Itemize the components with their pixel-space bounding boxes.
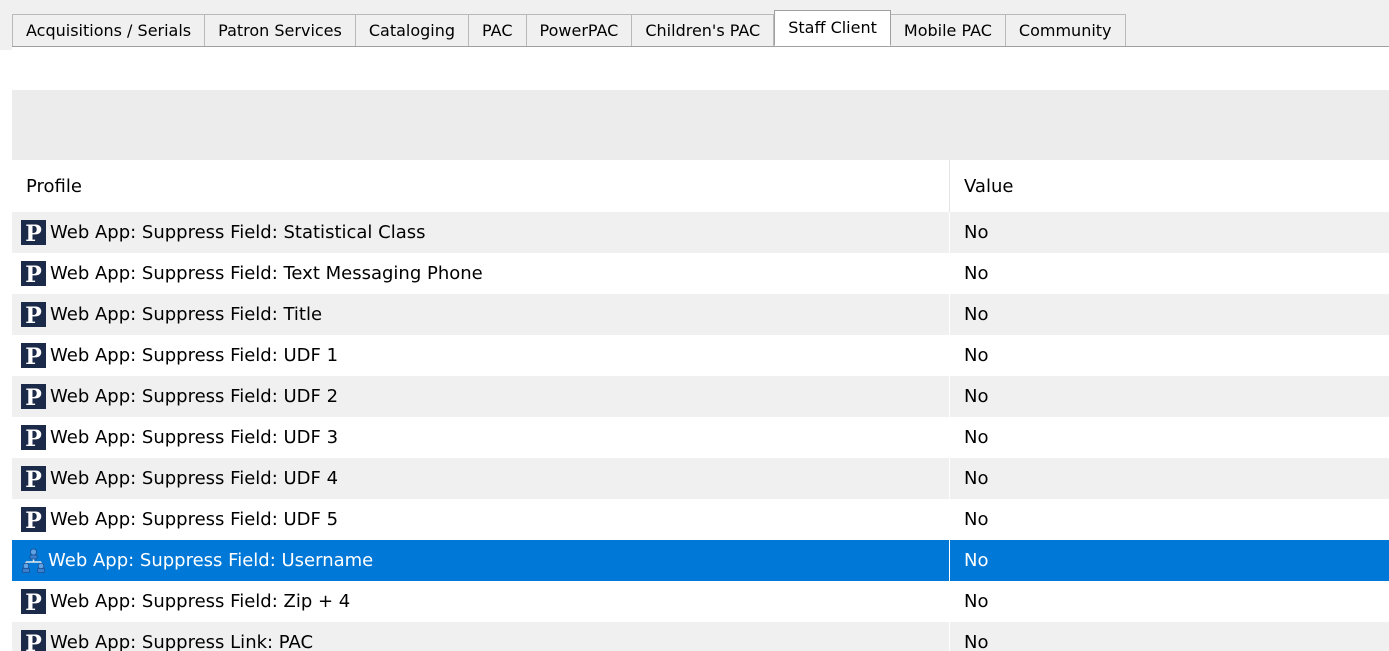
profile-name: Web App: Suppress Field: UDF 5 xyxy=(50,509,339,530)
tab-children-s-pac[interactable]: Children's PAC xyxy=(632,14,775,47)
value-cell[interactable]: No xyxy=(950,622,1389,651)
tab-content-area xyxy=(12,47,1389,90)
svg-text:P: P xyxy=(25,344,42,368)
polaris-p-icon: P xyxy=(21,343,46,368)
svg-text:P: P xyxy=(25,467,42,491)
profile-name: Web App: Suppress Field: Title xyxy=(50,304,323,325)
value-cell[interactable]: No xyxy=(950,376,1389,417)
svg-text:P: P xyxy=(25,590,42,614)
tab-pac[interactable]: PAC xyxy=(469,14,527,47)
profile-cell[interactable]: P Web App: Suppress Field: UDF 2 xyxy=(12,376,950,417)
profile-cell[interactable]: P Web App: Suppress Field: UDF 4 xyxy=(12,458,950,499)
profile-name: Web App: Suppress Field: Username xyxy=(48,550,374,571)
tab-staff-client[interactable]: Staff Client xyxy=(774,10,891,46)
tab-list: Acquisitions / Serials Patron Services Cat… xyxy=(12,10,1126,47)
tab-divider xyxy=(12,46,1389,47)
polaris-p-icon: P xyxy=(21,589,46,614)
table-row[interactable]: P Web App: Suppress Field: UDF 2 No xyxy=(12,376,1389,417)
profile-cell[interactable]: P Web App: Suppress Field: Zip + 4 xyxy=(12,581,950,622)
table-row[interactable]: P Web App: Suppress Field: UDF 5 No xyxy=(12,499,1389,540)
polaris-p-icon: P xyxy=(21,425,46,450)
table-row[interactable]: P Web App: Suppress Field: UDF 3 No xyxy=(12,417,1389,458)
profile-name: Web App: Suppress Field: Text Messaging … xyxy=(50,263,483,284)
table-row[interactable]: Web App: Suppress Field: Username No xyxy=(12,540,1389,581)
polaris-p-icon: P xyxy=(21,507,46,532)
profile-name: Web App: Suppress Field: UDF 4 xyxy=(50,468,339,489)
profile-name: Web App: Suppress Field: Statistical Cla… xyxy=(50,222,426,243)
profile-cell[interactable]: P Web App: Suppress Field: Title xyxy=(12,294,950,335)
table-row[interactable]: P Web App: Suppress Link: PAC No xyxy=(12,622,1389,651)
tab-mobile-pac[interactable]: Mobile PAC xyxy=(890,14,1006,47)
value-cell[interactable]: No xyxy=(950,212,1389,253)
grid-body: P Web App: Suppress Field: Statistical Cl… xyxy=(12,212,1389,651)
value-cell[interactable]: No xyxy=(950,335,1389,376)
table-row[interactable]: P Web App: Suppress Field: Zip + 4 No xyxy=(12,581,1389,622)
tab-strip: Acquisitions / Serials Patron Services Cat… xyxy=(0,0,1389,50)
value-cell[interactable]: No xyxy=(950,417,1389,458)
profile-cell[interactable]: P Web App: Suppress Field: UDF 3 xyxy=(12,417,950,458)
profile-cell[interactable]: P Web App: Suppress Link: PAC xyxy=(12,622,950,651)
profile-cell[interactable]: P Web App: Suppress Field: UDF 1 xyxy=(12,335,950,376)
grid-header: Profile Value xyxy=(12,160,1389,212)
profile-name: Web App: Suppress Field: UDF 3 xyxy=(50,427,339,448)
svg-text:P: P xyxy=(25,426,42,450)
profile-name: Web App: Suppress Field: UDF 2 xyxy=(50,386,339,407)
svg-text:P: P xyxy=(25,508,42,532)
table-row[interactable]: P Web App: Suppress Field: Statistical Cl… xyxy=(12,212,1389,253)
polaris-p-icon: P xyxy=(21,220,46,245)
profile-cell[interactable]: P Web App: Suppress Field: Text Messaging… xyxy=(12,253,950,294)
table-row[interactable]: P Web App: Suppress Field: UDF 1 No xyxy=(12,335,1389,376)
value-cell[interactable]: No xyxy=(950,458,1389,499)
profile-cell[interactable]: P Web App: Suppress Field: UDF 5 xyxy=(12,499,950,540)
column-header-value[interactable]: Value xyxy=(950,160,1389,212)
tab-community[interactable]: Community xyxy=(1005,14,1126,47)
polaris-p-icon: P xyxy=(21,384,46,409)
table-row[interactable]: P Web App: Suppress Field: Text Messaging… xyxy=(12,253,1389,294)
tab-acquisitions-serials[interactable]: Acquisitions / Serials xyxy=(12,14,206,47)
table-row[interactable]: P Web App: Suppress Field: Title No xyxy=(12,294,1389,335)
profile-name: Web App: Suppress Field: UDF 1 xyxy=(50,345,339,366)
polaris-p-icon: P xyxy=(21,630,46,651)
profile-cell[interactable]: P Web App: Suppress Field: Statistical Cl… xyxy=(12,212,950,253)
table-row[interactable]: P Web App: Suppress Field: UDF 4 No xyxy=(12,458,1389,499)
tab-powerpac[interactable]: PowerPAC xyxy=(526,14,633,47)
svg-text:P: P xyxy=(25,262,42,286)
value-cell[interactable]: No xyxy=(950,253,1389,294)
value-cell[interactable]: No xyxy=(950,540,1389,581)
org-hierarchy-icon xyxy=(22,548,45,573)
tab-patron-services[interactable]: Patron Services xyxy=(205,14,356,47)
polaris-p-icon: P xyxy=(21,466,46,491)
svg-text:P: P xyxy=(25,631,42,651)
value-cell[interactable]: No xyxy=(950,499,1389,540)
svg-text:P: P xyxy=(25,303,42,327)
profiles-grid: Profile Value P Web App: Suppress Field: … xyxy=(12,160,1389,651)
polaris-p-icon: P xyxy=(21,261,46,286)
polaris-p-icon: P xyxy=(21,302,46,327)
svg-text:P: P xyxy=(25,221,42,245)
value-cell[interactable]: No xyxy=(950,294,1389,335)
profile-settings-window: Acquisitions / Serials Patron Services Cat… xyxy=(0,0,1389,651)
profile-cell[interactable]: Web App: Suppress Field: Username xyxy=(12,540,950,581)
tab-cataloging[interactable]: Cataloging xyxy=(355,14,470,47)
column-header-profile[interactable]: Profile xyxy=(12,160,950,212)
toolbar-panel xyxy=(12,90,1389,160)
value-cell[interactable]: No xyxy=(950,581,1389,622)
svg-text:P: P xyxy=(25,385,42,409)
profile-name: Web App: Suppress Field: Zip + 4 xyxy=(50,591,351,612)
profile-name: Web App: Suppress Link: PAC xyxy=(50,632,314,651)
